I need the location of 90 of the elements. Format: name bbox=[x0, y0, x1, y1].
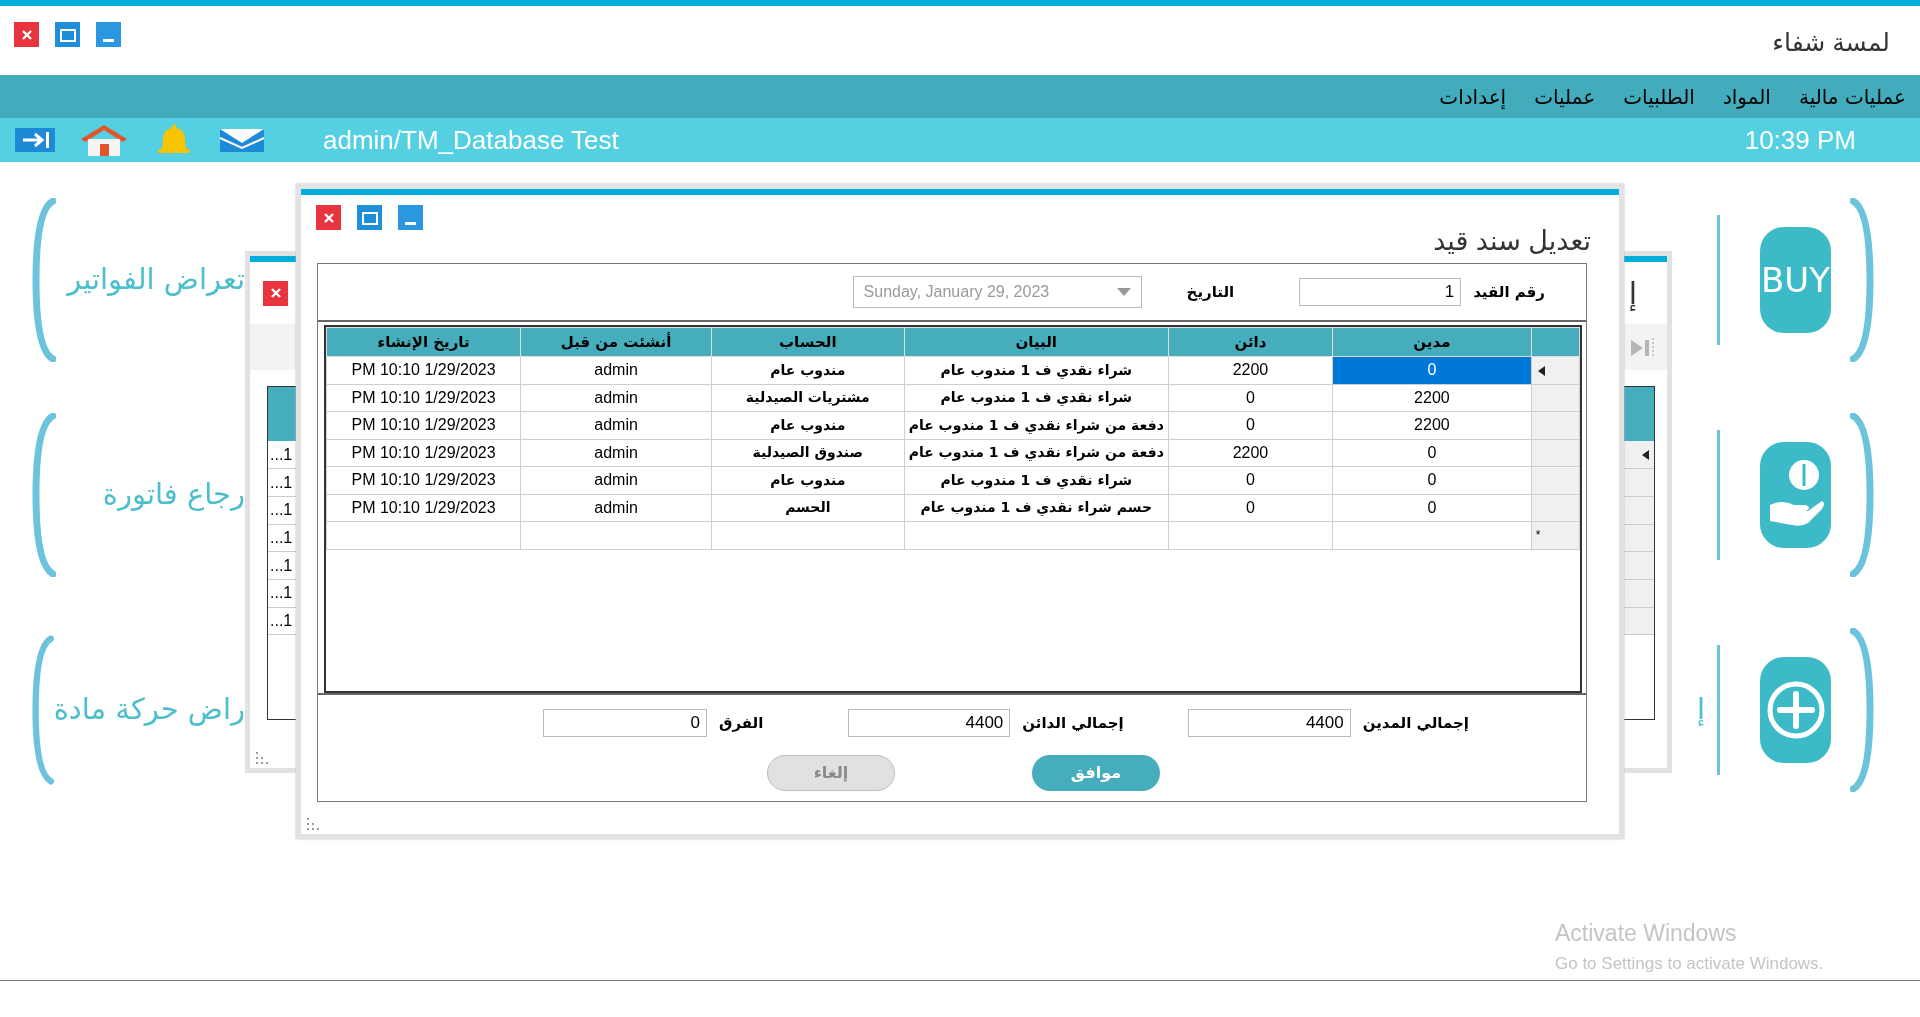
column-header[interactable]: البيان bbox=[904, 327, 1169, 357]
table-cell[interactable]: 0 bbox=[1168, 411, 1333, 439]
table-cell[interactable]: حسم شراء نقدي ف 1 مندوب عام bbox=[904, 494, 1169, 522]
minimize-button[interactable] bbox=[398, 205, 423, 230]
table-cell[interactable]: 0 bbox=[1168, 466, 1333, 494]
column-header[interactable]: مدين bbox=[1332, 327, 1532, 357]
table-cell[interactable]: 0 bbox=[1332, 439, 1532, 467]
session-label: admin/TM_Database Test bbox=[323, 123, 619, 157]
total-field[interactable]: 4400 bbox=[848, 709, 1011, 737]
total-field[interactable]: 0 bbox=[543, 709, 707, 737]
table-cell[interactable]: دفعة من شراء نقدي ف 1 مندوب عام bbox=[904, 439, 1169, 467]
table-cell[interactable]: PM 10:10 1/29/2023 bbox=[326, 439, 521, 467]
table-cell[interactable]: 2200 bbox=[1332, 411, 1532, 439]
table-cell[interactable]: مندوب عام bbox=[711, 411, 905, 439]
minimize-icon bbox=[103, 39, 114, 42]
activation-text: Go to Settings to activate Windows. bbox=[1555, 952, 1824, 975]
table-cell[interactable]: 0 bbox=[1332, 494, 1532, 522]
house-icon bbox=[79, 123, 129, 157]
envelope-icon bbox=[219, 126, 265, 154]
table-cell[interactable]: PM 10:10 1/29/2023 bbox=[326, 384, 521, 412]
column-header[interactable]: الحساب bbox=[711, 327, 905, 357]
minimize-icon bbox=[405, 222, 416, 225]
close-button[interactable] bbox=[316, 205, 341, 230]
payment-tile[interactable] bbox=[1760, 442, 1831, 548]
maximize-button[interactable] bbox=[55, 22, 80, 47]
field-label: الفرق bbox=[719, 712, 764, 734]
activation-title: Activate Windows bbox=[1555, 919, 1738, 948]
table-cell[interactable]: 2200 bbox=[1332, 384, 1532, 412]
table-cell[interactable]: admin bbox=[520, 411, 712, 439]
table-cell[interactable]: admin bbox=[520, 356, 712, 384]
shortcut-label: إ bbox=[1696, 691, 1705, 729]
home-button[interactable] bbox=[79, 123, 129, 157]
column-header[interactable]: تاريخ الإنشاء bbox=[326, 327, 521, 357]
menu-item[interactable]: الطلبيات bbox=[1623, 81, 1695, 112]
column-header[interactable]: أنشئت من قبل bbox=[520, 327, 712, 357]
table-cell[interactable]: PM 10:10 1/29/2023 bbox=[326, 466, 521, 494]
table-cell[interactable]: 0 bbox=[1168, 494, 1333, 522]
new-row-marker: * bbox=[1531, 521, 1580, 549]
table-cell[interactable]: شراء نقدي ف 1 مندوب عام bbox=[904, 356, 1169, 384]
resize-grip-icon bbox=[307, 818, 319, 830]
table-cell[interactable]: admin bbox=[520, 384, 712, 412]
logout-button[interactable] bbox=[15, 126, 55, 154]
field-label: رقم القيد bbox=[1473, 281, 1545, 303]
close-button[interactable] bbox=[263, 280, 288, 306]
messages-button[interactable] bbox=[219, 126, 265, 154]
table-cell[interactable]: admin bbox=[520, 439, 712, 467]
add-tile[interactable] bbox=[1760, 657, 1831, 763]
table-cell[interactable]: 0 bbox=[1168, 384, 1333, 412]
last-record-icon bbox=[1629, 336, 1655, 359]
close-button[interactable] bbox=[14, 22, 39, 47]
table-cell[interactable]: مشتريات الصيدلية bbox=[711, 384, 905, 412]
window-title: لمسة شفاء bbox=[1772, 27, 1890, 58]
menu-item[interactable]: عمليات مالية bbox=[1798, 81, 1906, 112]
dialog-title: تعديل سند قيد bbox=[1433, 225, 1591, 258]
table-cell[interactable]: 2200 bbox=[1168, 439, 1333, 467]
table-cell[interactable]: admin bbox=[520, 494, 712, 522]
table-cell[interactable]: مندوب عام bbox=[711, 356, 905, 384]
table-cell[interactable]: 0 bbox=[1332, 466, 1532, 494]
field-label: إجمالي الدائن bbox=[1022, 712, 1124, 734]
table-cell[interactable]: شراء نقدي ف 1 مندوب عام bbox=[904, 466, 1169, 494]
window-title: إ bbox=[1628, 274, 1637, 313]
entry-number-field[interactable]: 1 bbox=[1299, 278, 1462, 306]
table-cell[interactable]: الحسم bbox=[711, 494, 905, 522]
table-cell[interactable]: PM 10:10 1/29/2023 bbox=[326, 356, 521, 384]
table-cell[interactable]: admin bbox=[520, 466, 712, 494]
table-cell[interactable]: 0 bbox=[1332, 356, 1532, 384]
dropdown-caret-icon bbox=[1116, 288, 1131, 296]
clock-time: 10:39 PM bbox=[1744, 123, 1856, 157]
menu-item[interactable]: المواد bbox=[1722, 81, 1771, 112]
table-cell[interactable]: دفعة من شراء نقدي ف 1 مندوب عام bbox=[904, 411, 1169, 439]
resize-grip-icon bbox=[256, 752, 268, 764]
current-row-icon bbox=[1640, 449, 1650, 462]
table-cell[interactable]: شراء نقدي ف 1 مندوب عام bbox=[904, 384, 1169, 412]
table-cell[interactable]: PM 10:10 1/29/2023 bbox=[326, 411, 521, 439]
table-cell[interactable]: PM 10:10 1/29/2023 bbox=[326, 494, 521, 522]
minimize-button[interactable] bbox=[96, 22, 121, 47]
logout-icon bbox=[15, 126, 55, 154]
field-label: إجمالي المدين bbox=[1362, 712, 1469, 734]
last-record-button[interactable] bbox=[1629, 335, 1655, 359]
column-header[interactable]: دائن bbox=[1168, 327, 1333, 357]
table-cell[interactable]: مندوب عام bbox=[711, 466, 905, 494]
date-value: Sunday, January 29, 2023 bbox=[863, 282, 1050, 302]
menu-item[interactable]: إعدادات bbox=[1439, 81, 1507, 112]
field-label: التاريخ bbox=[1186, 281, 1235, 303]
table-cell[interactable]: صندوق الصيدلية bbox=[711, 439, 905, 467]
table-cell[interactable]: 2200 bbox=[1168, 356, 1333, 384]
menu-item[interactable]: عمليات bbox=[1534, 81, 1596, 112]
plus-circle-icon bbox=[1765, 680, 1826, 740]
maximize-button[interactable] bbox=[357, 205, 382, 230]
total-field[interactable]: 4400 bbox=[1187, 709, 1351, 737]
